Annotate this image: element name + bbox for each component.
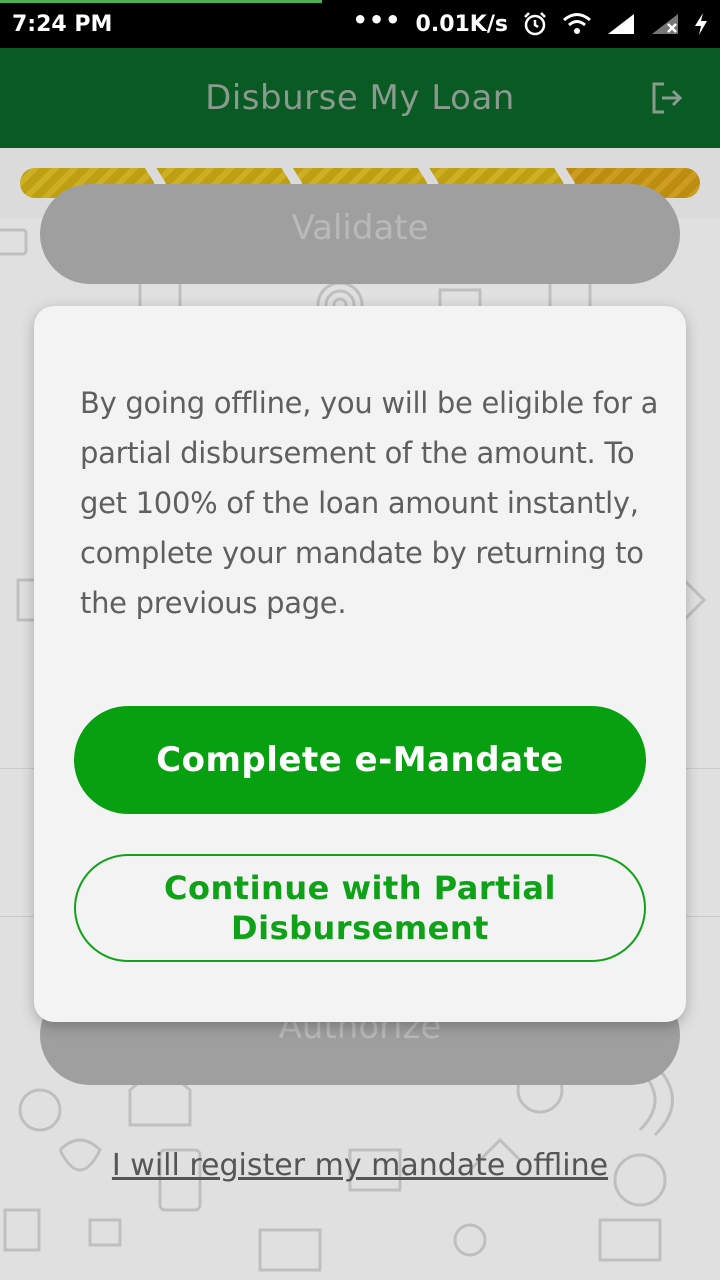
page-title: Disburse My Loan: [205, 78, 515, 118]
alarm-icon: [524, 12, 546, 36]
network-speed: 0.01K/s: [415, 11, 508, 37]
dialog-message: By going offline, you will be eligible f…: [80, 386, 659, 620]
status-time: 7:24 PM: [12, 11, 113, 37]
charging-icon: [695, 13, 707, 35]
continue-partial-disbursement-button[interactable]: Continue with Partial Disbursement: [74, 854, 646, 962]
status-icons: ••• 0.01K/s: [353, 6, 709, 37]
wifi-icon: [563, 13, 591, 34]
signal-no-service-icon: [652, 14, 678, 34]
more-notifications-icon: •••: [352, 6, 402, 34]
page-load-indicator: [0, 0, 322, 3]
offline-mandate-dialog: By going offline, you will be eligible f…: [34, 306, 686, 1022]
complete-e-mandate-button[interactable]: Complete e-Mandate: [74, 706, 646, 814]
signal-icon: [608, 14, 634, 34]
status-bar: 7:24 PM ••• 0.01K/s: [0, 0, 720, 48]
app-bar: Disburse My Loan: [0, 48, 720, 148]
logout-icon[interactable]: [648, 80, 684, 116]
